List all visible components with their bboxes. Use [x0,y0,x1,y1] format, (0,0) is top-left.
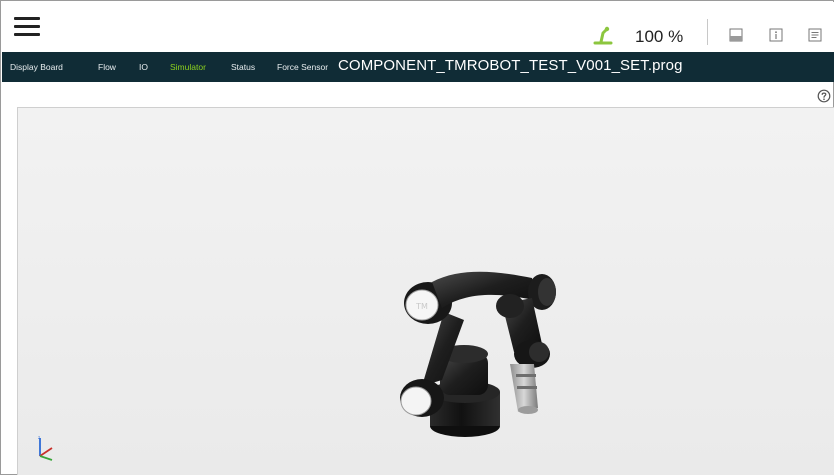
robot-status-icon [593,26,613,45]
svg-text:TM: TM [415,302,428,311]
window-frame: 100 % Display Board Flow IO Simulator St… [0,0,834,475]
tab-display-board[interactable]: Display Board [10,62,63,72]
svg-text:z: z [38,435,40,440]
project-file-title: COMPONENT_TMROBOT_TEST_V001_SET.prog [338,57,683,74]
help-icon[interactable] [817,89,831,103]
toolbar-divider [707,19,708,45]
log-icon[interactable] [808,28,822,42]
display-icon[interactable] [729,28,743,42]
tab-status[interactable]: Status [231,62,255,72]
info-icon[interactable] [769,28,783,42]
tab-io[interactable]: IO [139,62,148,72]
menu-icon[interactable] [14,16,40,38]
tab-force-sensor[interactable]: Force Sensor [277,62,328,72]
nav-bar: Display Board Flow IO Simulator Status F… [2,52,834,82]
axis-gizmo-icon: z [38,435,53,461]
top-bar: 100 % [2,2,834,52]
tab-simulator[interactable]: Simulator [170,62,206,72]
speed-value[interactable]: 100 % [635,27,683,47]
simulator-viewport[interactable]: TM z [17,107,834,475]
robot-3d-model[interactable]: TM [382,268,572,443]
tab-flow[interactable]: Flow [98,62,116,72]
